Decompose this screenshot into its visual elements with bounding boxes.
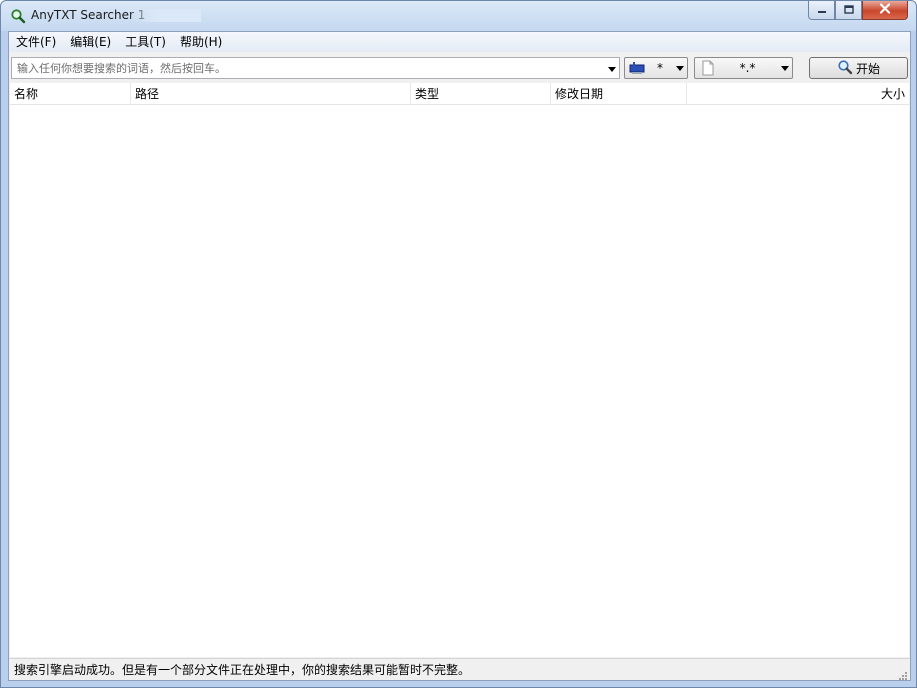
- column-header-modified[interactable]: 修改日期: [551, 83, 687, 105]
- menu-edit[interactable]: 编辑(E): [63, 32, 118, 52]
- chevron-down-icon: [673, 65, 687, 71]
- results-list[interactable]: 名称 路径 类型 修改日期 大小: [10, 83, 909, 657]
- file-filter-value: *.*: [739, 61, 756, 75]
- status-text: 搜索引擎启动成功。但是有一个部分文件正在处理中，你的搜索结果可能暂时不完整。: [14, 663, 471, 677]
- menu-file[interactable]: 文件(F): [9, 32, 63, 52]
- title-obscured-area: [131, 9, 201, 22]
- app-window: AnyTXT Searcher 1 文件(F) 编辑(E) 工具(T) 帮助(H…: [0, 0, 917, 688]
- start-search-label: 开始: [855, 61, 880, 76]
- client-area: 文件(F) 编辑(E) 工具(T) 帮助(H) 输入任何你想要搜索的词语，然后按…: [8, 31, 911, 681]
- search-history-dropdown[interactable]: [605, 58, 619, 78]
- column-header-path[interactable]: 路径: [131, 83, 411, 105]
- start-search-button[interactable]: 开始: [809, 57, 908, 79]
- maximize-button[interactable]: [835, 1, 862, 20]
- menu-bar: 文件(F) 编辑(E) 工具(T) 帮助(H): [9, 32, 910, 52]
- search-input[interactable]: [12, 58, 605, 78]
- toolbar: * *.*: [9, 54, 910, 82]
- window-title: AnyTXT Searcher 1: [31, 8, 146, 22]
- file-filter-select[interactable]: *.*: [694, 57, 793, 79]
- column-header-name[interactable]: 名称: [10, 83, 131, 105]
- drive-select-value: *: [657, 61, 663, 75]
- menu-tools[interactable]: 工具(T): [118, 32, 173, 52]
- search-icon: [837, 59, 853, 78]
- chevron-down-icon: [778, 65, 792, 71]
- magnifier-icon: [10, 8, 26, 24]
- minimize-icon: [817, 3, 827, 17]
- maximize-icon: [843, 3, 854, 17]
- resize-grip-icon[interactable]: [896, 666, 908, 680]
- list-header: 名称 路径 类型 修改日期 大小: [10, 83, 909, 105]
- close-icon: [879, 3, 891, 17]
- column-header-type[interactable]: 类型: [411, 83, 551, 105]
- drive-icon: [629, 60, 647, 76]
- chevron-down-icon: [608, 61, 616, 75]
- title-bar[interactable]: AnyTXT Searcher 1: [1, 1, 916, 31]
- file-icon: [699, 60, 717, 76]
- close-button[interactable]: [862, 1, 908, 20]
- menu-help[interactable]: 帮助(H): [173, 32, 229, 52]
- search-combo[interactable]: [11, 57, 620, 79]
- drive-select[interactable]: *: [624, 57, 688, 79]
- minimize-button[interactable]: [808, 1, 835, 20]
- status-bar: 搜索引擎启动成功。但是有一个部分文件正在处理中，你的搜索结果可能暂时不完整。: [9, 658, 910, 680]
- column-header-size[interactable]: 大小: [687, 83, 909, 105]
- window-controls: [808, 1, 908, 20]
